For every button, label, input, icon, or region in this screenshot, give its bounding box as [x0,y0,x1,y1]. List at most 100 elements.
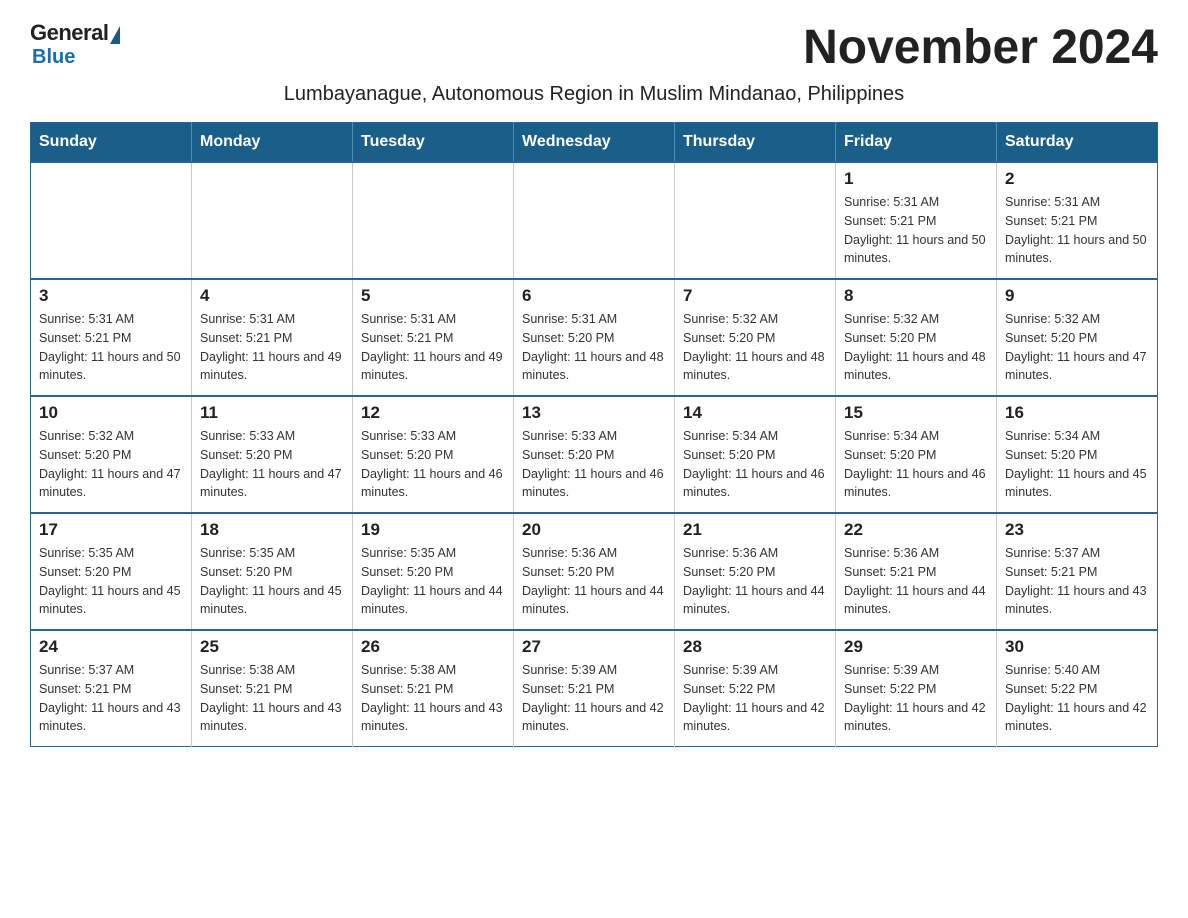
day-number: 29 [844,637,988,657]
day-info: Sunrise: 5:36 AM Sunset: 5:21 PM Dayligh… [844,544,988,619]
day-info: Sunrise: 5:31 AM Sunset: 5:21 PM Dayligh… [844,193,988,268]
day-number: 27 [522,637,666,657]
day-info: Sunrise: 5:37 AM Sunset: 5:21 PM Dayligh… [1005,544,1149,619]
calendar-header-sunday: Sunday [31,123,192,163]
calendar-header-tuesday: Tuesday [353,123,514,163]
day-number: 30 [1005,637,1149,657]
day-info: Sunrise: 5:38 AM Sunset: 5:21 PM Dayligh… [200,661,344,736]
day-info: Sunrise: 5:32 AM Sunset: 5:20 PM Dayligh… [39,427,183,502]
calendar-cell: 30 Sunrise: 5:40 AM Sunset: 5:22 PM Dayli… [997,630,1158,747]
day-info: Sunrise: 5:37 AM Sunset: 5:21 PM Dayligh… [39,661,183,736]
day-info: Sunrise: 5:32 AM Sunset: 5:20 PM Dayligh… [844,310,988,385]
day-info: Sunrise: 5:36 AM Sunset: 5:20 PM Dayligh… [683,544,827,619]
header: General Blue November 2024 [30,20,1158,75]
calendar-cell [353,162,514,279]
day-info: Sunrise: 5:31 AM Sunset: 5:21 PM Dayligh… [200,310,344,385]
calendar: SundayMondayTuesdayWednesdayThursdayFrid… [30,122,1158,747]
day-info: Sunrise: 5:32 AM Sunset: 5:20 PM Dayligh… [1005,310,1149,385]
calendar-cell: 25 Sunrise: 5:38 AM Sunset: 5:21 PM Dayli… [192,630,353,747]
logo-triangle-icon [110,26,120,44]
day-number: 15 [844,403,988,423]
calendar-week-row: 1 Sunrise: 5:31 AM Sunset: 5:21 PM Daylig… [31,162,1158,279]
calendar-week-row: 10 Sunrise: 5:32 AM Sunset: 5:20 PM Dayli… [31,396,1158,513]
day-info: Sunrise: 5:31 AM Sunset: 5:21 PM Dayligh… [39,310,183,385]
day-number: 16 [1005,403,1149,423]
day-number: 4 [200,286,344,306]
day-number: 13 [522,403,666,423]
day-info: Sunrise: 5:31 AM Sunset: 5:21 PM Dayligh… [1005,193,1149,268]
page-title: November 2024 [803,20,1158,75]
day-info: Sunrise: 5:34 AM Sunset: 5:20 PM Dayligh… [683,427,827,502]
day-info: Sunrise: 5:36 AM Sunset: 5:20 PM Dayligh… [522,544,666,619]
day-number: 14 [683,403,827,423]
day-number: 24 [39,637,183,657]
day-number: 2 [1005,169,1149,189]
calendar-cell: 14 Sunrise: 5:34 AM Sunset: 5:20 PM Dayli… [675,396,836,513]
day-number: 9 [1005,286,1149,306]
calendar-cell: 2 Sunrise: 5:31 AM Sunset: 5:21 PM Daylig… [997,162,1158,279]
calendar-cell: 27 Sunrise: 5:39 AM Sunset: 5:21 PM Dayli… [514,630,675,747]
calendar-cell [514,162,675,279]
calendar-cell: 15 Sunrise: 5:34 AM Sunset: 5:20 PM Dayli… [836,396,997,513]
calendar-header-saturday: Saturday [997,123,1158,163]
day-info: Sunrise: 5:33 AM Sunset: 5:20 PM Dayligh… [522,427,666,502]
day-info: Sunrise: 5:39 AM Sunset: 5:21 PM Dayligh… [522,661,666,736]
day-info: Sunrise: 5:35 AM Sunset: 5:20 PM Dayligh… [39,544,183,619]
calendar-cell [31,162,192,279]
day-info: Sunrise: 5:31 AM Sunset: 5:21 PM Dayligh… [361,310,505,385]
day-number: 7 [683,286,827,306]
calendar-cell: 26Sunrise: 5:38 AM Sunset: 5:21 PM Dayli… [353,630,514,747]
day-number: 18 [200,520,344,540]
calendar-cell [192,162,353,279]
calendar-cell: 6 Sunrise: 5:31 AM Sunset: 5:20 PM Daylig… [514,279,675,396]
calendar-header-monday: Monday [192,123,353,163]
calendar-cell: 13 Sunrise: 5:33 AM Sunset: 5:20 PM Dayli… [514,396,675,513]
calendar-header-friday: Friday [836,123,997,163]
logo-general-text: General [30,20,108,46]
calendar-cell: 9 Sunrise: 5:32 AM Sunset: 5:20 PM Daylig… [997,279,1158,396]
day-number: 3 [39,286,183,306]
calendar-cell: 11 Sunrise: 5:33 AM Sunset: 5:20 PM Dayli… [192,396,353,513]
calendar-cell: 23Sunrise: 5:37 AM Sunset: 5:21 PM Dayli… [997,513,1158,630]
calendar-cell: 1 Sunrise: 5:31 AM Sunset: 5:21 PM Daylig… [836,162,997,279]
day-info: Sunrise: 5:39 AM Sunset: 5:22 PM Dayligh… [683,661,827,736]
day-number: 21 [683,520,827,540]
calendar-cell: 5Sunrise: 5:31 AM Sunset: 5:21 PM Daylig… [353,279,514,396]
day-info: Sunrise: 5:39 AM Sunset: 5:22 PM Dayligh… [844,661,988,736]
calendar-cell: 16 Sunrise: 5:34 AM Sunset: 5:20 PM Dayli… [997,396,1158,513]
day-number: 25 [200,637,344,657]
day-number: 26 [361,637,505,657]
day-number: 28 [683,637,827,657]
day-number: 20 [522,520,666,540]
day-info: Sunrise: 5:40 AM Sunset: 5:22 PM Dayligh… [1005,661,1149,736]
day-info: Sunrise: 5:33 AM Sunset: 5:20 PM Dayligh… [200,427,344,502]
logo-blue-text: Blue [32,46,75,69]
day-number: 6 [522,286,666,306]
calendar-cell: 28 Sunrise: 5:39 AM Sunset: 5:22 PM Dayli… [675,630,836,747]
day-number: 22 [844,520,988,540]
day-info: Sunrise: 5:35 AM Sunset: 5:20 PM Dayligh… [200,544,344,619]
calendar-week-row: 17 Sunrise: 5:35 AM Sunset: 5:20 PM Dayli… [31,513,1158,630]
calendar-cell: 21 Sunrise: 5:36 AM Sunset: 5:20 PM Dayli… [675,513,836,630]
day-info: Sunrise: 5:34 AM Sunset: 5:20 PM Dayligh… [844,427,988,502]
calendar-cell: 19Sunrise: 5:35 AM Sunset: 5:20 PM Dayli… [353,513,514,630]
calendar-cell: 20 Sunrise: 5:36 AM Sunset: 5:20 PM Dayli… [514,513,675,630]
calendar-cell: 10 Sunrise: 5:32 AM Sunset: 5:20 PM Dayli… [31,396,192,513]
calendar-cell: 3 Sunrise: 5:31 AM Sunset: 5:21 PM Daylig… [31,279,192,396]
logo: General Blue [30,20,120,69]
day-info: Sunrise: 5:34 AM Sunset: 5:20 PM Dayligh… [1005,427,1149,502]
day-number: 12 [361,403,505,423]
day-number: 17 [39,520,183,540]
calendar-cell: 8 Sunrise: 5:32 AM Sunset: 5:20 PM Daylig… [836,279,997,396]
day-number: 8 [844,286,988,306]
day-number: 19 [361,520,505,540]
day-number: 11 [200,403,344,423]
day-info: Sunrise: 5:31 AM Sunset: 5:20 PM Dayligh… [522,310,666,385]
subtitle: Lumbayanague, Autonomous Region in Musli… [30,83,1158,106]
calendar-header-row: SundayMondayTuesdayWednesdayThursdayFrid… [31,123,1158,163]
day-number: 1 [844,169,988,189]
calendar-cell: 4 Sunrise: 5:31 AM Sunset: 5:21 PM Daylig… [192,279,353,396]
calendar-cell: 7 Sunrise: 5:32 AM Sunset: 5:20 PM Daylig… [675,279,836,396]
day-number: 10 [39,403,183,423]
day-info: Sunrise: 5:32 AM Sunset: 5:20 PM Dayligh… [683,310,827,385]
